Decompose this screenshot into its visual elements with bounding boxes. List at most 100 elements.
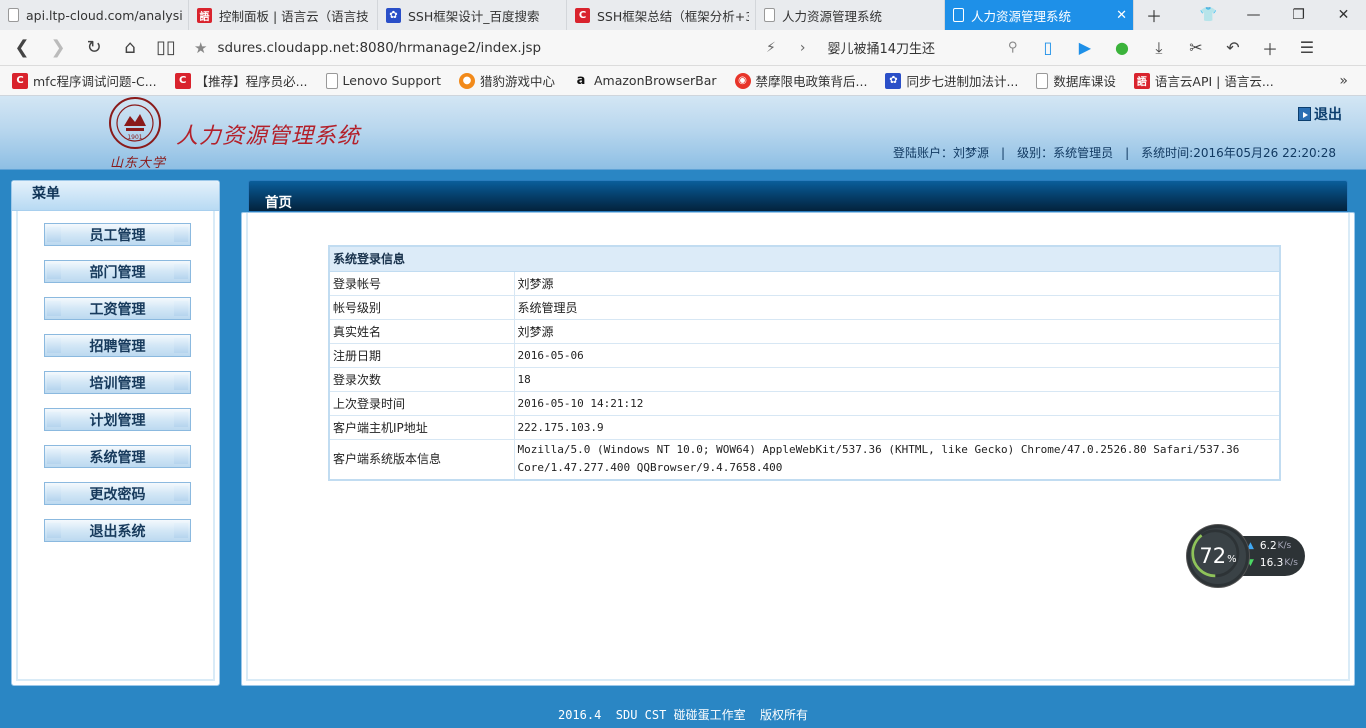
table-row: 登录次数 18 bbox=[329, 367, 1281, 392]
table-row: 客户端主机IP地址 222.175.103.9 bbox=[329, 415, 1281, 440]
browser-tab[interactable]: api.ltp-cloud.com/analysi bbox=[0, 0, 189, 30]
restore-icon[interactable]: ❐ bbox=[1276, 0, 1321, 30]
amazon-icon: a bbox=[576, 73, 586, 88]
search-icon[interactable]: ⚲ bbox=[1008, 40, 1018, 55]
reload-icon[interactable]: ↻ bbox=[76, 30, 112, 66]
logo-year: 1901 bbox=[127, 134, 142, 141]
system-time: 系统时间:2016年05月26 22:20:28 bbox=[1141, 146, 1336, 160]
bookmark-label: 猎豹游戏中心 bbox=[479, 74, 555, 89]
web-page: 1901 山东大学 人力资源管理系统 退出 登陆账户：刘梦源 | 级别：系统管理员 |… bbox=[0, 96, 1366, 728]
browser-tab[interactable]: 語 控制面板 | 语言云（语言技 bbox=[189, 0, 378, 30]
main-panel-title: 首页 bbox=[265, 195, 292, 211]
row-key: 客户端主机IP地址 bbox=[329, 415, 515, 440]
bookmark-label: mfc程序调试问题-C... bbox=[33, 74, 157, 89]
document-icon bbox=[325, 72, 338, 89]
tab-title: 人力资源管理系统 bbox=[782, 8, 883, 24]
video-icon[interactable]: ▶ bbox=[1066, 30, 1103, 66]
upload-speed: ▲ 6.2 K/s bbox=[1247, 540, 1291, 552]
table-title: 系统登录信息 bbox=[329, 246, 1280, 272]
skin-icon[interactable]: 👕 bbox=[1186, 0, 1231, 30]
menu-item-recruitment[interactable]: 招聘管理 bbox=[44, 334, 191, 357]
bookmark-label: 【推荐】程序员必... bbox=[195, 74, 308, 89]
close-tab-icon[interactable]: ✕ bbox=[1116, 8, 1127, 23]
search-input[interactable]: 婴儿被捅14刀生还 ⚲ bbox=[827, 38, 1017, 57]
bookmark-item[interactable]: 語语言云API | 语言云... bbox=[1133, 71, 1274, 90]
undo-icon[interactable]: ↶ bbox=[1214, 30, 1251, 66]
main-panel-body: 系统登录信息 登录帐号 刘梦源 帐号级别 系统管理员 真实姓名 刘梦源 注册日期… bbox=[246, 213, 1350, 681]
menu-item-plan[interactable]: 计划管理 bbox=[44, 408, 191, 431]
scissors-icon[interactable]: ✂ bbox=[1177, 30, 1214, 66]
bookmark-item[interactable]: ◉ 禁摩限电政策背后... bbox=[734, 71, 867, 90]
address-bar: ❮ ❯ ↻ ⌂ ▯▯ ★ sdures.cloudapp.net:8080/hr… bbox=[0, 30, 1366, 66]
menu-icon[interactable]: ☰ bbox=[1288, 30, 1325, 66]
menu-item-salary[interactable]: 工资管理 bbox=[44, 297, 191, 320]
main-panel-tab: 首页 bbox=[248, 180, 1348, 212]
url-field[interactable]: ★ sdures.cloudapp.net:8080/hrmanage2/ind… bbox=[194, 35, 754, 61]
bookmark-item[interactable]: Lenovo Support bbox=[325, 72, 441, 89]
row-key: 上次登录时间 bbox=[329, 391, 515, 416]
bookmark-item[interactable]: ✿ 同步七进制加法计... bbox=[885, 71, 1018, 90]
system-title: 人力资源管理系统 bbox=[176, 124, 361, 149]
logout-button[interactable]: 退出 bbox=[1298, 104, 1342, 124]
sidebar-menu: 菜单 员工管理 部门管理 工资管理 招聘管理 培训管理 计划管理 系统管理 更改… bbox=[11, 180, 220, 686]
browser-tab[interactable]: C SSH框架总结（框架分析+3 bbox=[567, 0, 756, 30]
percent-value: 72 bbox=[1199, 544, 1227, 568]
bookmark-item[interactable]: C 【推荐】程序员必... bbox=[174, 71, 308, 90]
csdn-icon: C bbox=[12, 72, 28, 89]
menu-item-label: 部门管理 bbox=[89, 264, 146, 281]
menu-item-training[interactable]: 培训管理 bbox=[44, 371, 191, 394]
browser-tab[interactable]: 人力资源管理系统 bbox=[756, 0, 945, 30]
university-signature-icon: 山东大学 bbox=[110, 156, 167, 171]
bookmark-item[interactable]: 数据库课设 bbox=[1036, 71, 1116, 90]
reader-icon[interactable]: ▯▯ bbox=[148, 30, 184, 66]
menu-item-department[interactable]: 部门管理 bbox=[44, 260, 191, 283]
back-icon[interactable]: ❮ bbox=[4, 30, 40, 66]
bookmark-item[interactable]: a AmazonBrowserBar bbox=[573, 73, 717, 89]
more-bookmarks-icon[interactable]: » bbox=[1339, 73, 1348, 89]
phone-icon[interactable]: ▯ bbox=[1029, 30, 1066, 66]
table-row: 登录帐号 刘梦源 bbox=[329, 271, 1281, 296]
csdn-icon: C bbox=[575, 7, 590, 23]
menu-item-label: 退出系统 bbox=[89, 523, 146, 540]
new-tab-icon[interactable]: ＋ bbox=[1134, 0, 1174, 30]
browser-tab[interactable]: ✿ SSH框架设计_百度搜索 bbox=[378, 0, 567, 30]
minimize-icon[interactable]: — bbox=[1231, 0, 1276, 30]
bookmark-label: 语言云API | 语言云... bbox=[1154, 74, 1274, 89]
row-value: 刘梦源 bbox=[514, 319, 1281, 344]
row-value: 18 bbox=[514, 367, 1281, 392]
download-speed: ▼ 16.3 K/s bbox=[1247, 557, 1298, 569]
tabbar-controls: ＋ 👕 — ❐ ✕ bbox=[1134, 0, 1366, 30]
row-key: 登录次数 bbox=[329, 367, 515, 392]
menu-item-change-password[interactable]: 更改密码 bbox=[44, 482, 191, 505]
menu-item-system[interactable]: 系统管理 bbox=[44, 445, 191, 468]
menu-item-label: 更改密码 bbox=[89, 486, 146, 503]
baidu-paw-icon: ✿ bbox=[386, 7, 401, 23]
document-icon bbox=[8, 8, 19, 22]
browser-tab-active[interactable]: 人力资源管理系统 ✕ bbox=[945, 0, 1134, 30]
url-text: sdures.cloudapp.net:8080/hrmanage2/index… bbox=[217, 39, 542, 56]
user-agent-line: Core/1.47.277.400 QQBrowser/9.4.7658.400 bbox=[517, 461, 783, 475]
bookmark-item[interactable]: Cmfc程序调试问题-C... bbox=[12, 71, 157, 90]
browser-tab-bar: api.ltp-cloud.com/analysi 語 控制面板 | 语言云（语… bbox=[0, 0, 1366, 30]
table-row: 帐号级别 系统管理员 bbox=[329, 295, 1281, 320]
table-row: 真实姓名 刘梦源 bbox=[329, 319, 1281, 344]
bookmarks-bar: Cmfc程序调试问题-C... C 【推荐】程序员必... Lenovo Supp… bbox=[0, 66, 1366, 96]
wechat-icon[interactable]: ● bbox=[1103, 30, 1140, 66]
upload-value: 6.2 bbox=[1259, 540, 1277, 552]
bookmark-item[interactable]: ● 猎豹游戏中心 bbox=[458, 71, 555, 90]
network-speed-widget[interactable]: ▲ 6.2 K/s ▼ 16.3 K/s 72% bbox=[1187, 525, 1307, 587]
home-icon[interactable]: ⌂ bbox=[112, 30, 148, 66]
menu-item-exit-system[interactable]: 退出系统 bbox=[44, 519, 191, 542]
plus-icon[interactable]: ＋ bbox=[1251, 30, 1288, 66]
tab-title: 人力资源管理系统 bbox=[971, 8, 1072, 24]
forward-icon[interactable]: ❯ bbox=[40, 30, 76, 66]
bookmark-star-icon[interactable]: ★ bbox=[194, 39, 207, 57]
close-window-icon[interactable]: ✕ bbox=[1321, 0, 1366, 30]
download-icon[interactable]: ⤓ bbox=[1140, 30, 1177, 66]
user-agent-line: Mozilla/5.0 (Windows NT 10.0; WOW64) App… bbox=[517, 443, 1240, 457]
table-row: 客户端系统版本信息 Mozilla/5.0 (Windows NT 10.0; … bbox=[329, 439, 1281, 481]
lightning-icon[interactable]: ⚡ bbox=[766, 40, 776, 56]
chevron-right-icon[interactable]: › bbox=[800, 40, 806, 56]
menu-item-employee[interactable]: 员工管理 bbox=[44, 223, 191, 246]
cheetah-icon: ● bbox=[458, 72, 475, 89]
